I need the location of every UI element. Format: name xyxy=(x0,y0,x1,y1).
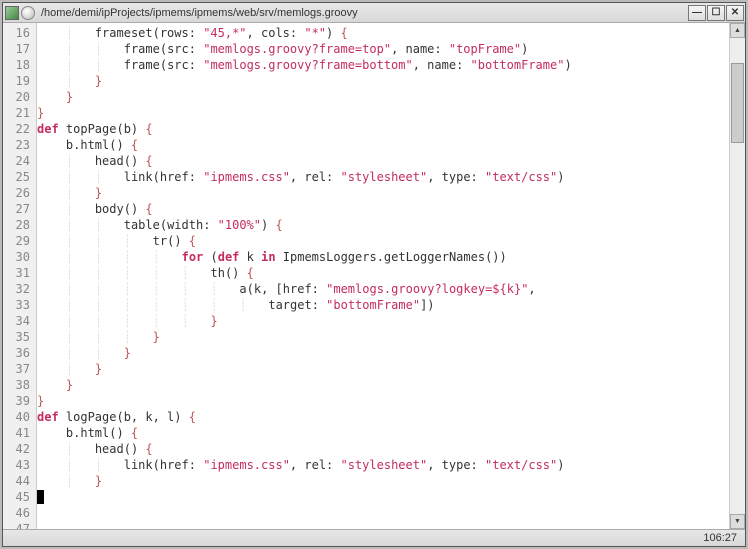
app-icon xyxy=(5,6,19,20)
code-line[interactable]: ┊ ┊ link(href: "ipmems.css", rel: "style… xyxy=(37,169,729,185)
code-line[interactable]: ┊ head() { xyxy=(37,441,729,457)
line-number: 43 xyxy=(3,457,36,473)
line-number: 31 xyxy=(3,265,36,281)
line-number: 23 xyxy=(3,137,36,153)
code-line[interactable]: ┊ ┊ frame(src: "memlogs.groovy?frame=bot… xyxy=(37,57,729,73)
code-line[interactable]: ┊ ┊ ┊ ┊ for (def k in IpmemsLoggers.getL… xyxy=(37,249,729,265)
code-line[interactable]: ┊ } xyxy=(37,473,729,489)
vertical-scrollbar[interactable]: ▲ ▼ xyxy=(729,23,745,529)
code-line[interactable]: ┊ body() { xyxy=(37,201,729,217)
line-number: 39 xyxy=(3,393,36,409)
line-number: 34 xyxy=(3,313,36,329)
code-line[interactable]: b.html() { xyxy=(37,425,729,441)
scroll-up-button[interactable]: ▲ xyxy=(730,23,745,38)
line-number: 27 xyxy=(3,201,36,217)
scroll-down-button[interactable]: ▼ xyxy=(730,514,745,529)
line-number: 21 xyxy=(3,105,36,121)
code-line[interactable]: ┊ } xyxy=(37,185,729,201)
code-line[interactable]: ┊ ┊ ┊ tr() { xyxy=(37,233,729,249)
line-number: 42 xyxy=(3,441,36,457)
line-number: 28 xyxy=(3,217,36,233)
scroll-thumb[interactable] xyxy=(731,63,744,143)
editor-area: 1617181920212223242526272829303132333435… xyxy=(3,23,745,529)
line-number: 17 xyxy=(3,41,36,57)
code-line[interactable]: } xyxy=(37,89,729,105)
code-line[interactable]: ┊ head() { xyxy=(37,153,729,169)
maximize-button[interactable]: ☐ xyxy=(707,5,725,21)
line-number: 46 xyxy=(3,505,36,521)
line-number: 38 xyxy=(3,377,36,393)
line-number: 37 xyxy=(3,361,36,377)
line-number: 16 xyxy=(3,25,36,41)
code-line[interactable] xyxy=(37,489,729,505)
line-number: 22 xyxy=(3,121,36,137)
code-area[interactable]: ┊ frameset(rows: "45,*", cols: "*") { ┊ … xyxy=(37,23,729,529)
code-line[interactable]: ┊ ┊ ┊ ┊ ┊ th() { xyxy=(37,265,729,281)
line-number: 20 xyxy=(3,89,36,105)
statusbar: 106:27 xyxy=(3,529,745,546)
code-line[interactable]: ┊ ┊ ┊ } xyxy=(37,329,729,345)
code-line[interactable]: def logPage(b, k, l) { xyxy=(37,409,729,425)
line-number: 18 xyxy=(3,57,36,73)
code-line[interactable]: ┊ ┊ ┊ ┊ ┊ ┊ ┊ target: "bottomFrame"]) xyxy=(37,297,729,313)
line-number: 41 xyxy=(3,425,36,441)
line-number: 47 xyxy=(3,521,36,529)
line-number: 40 xyxy=(3,409,36,425)
titlebar[interactable]: /home/demi/ipProjects/ipmems/ipmems/web/… xyxy=(3,3,745,23)
line-number: 26 xyxy=(3,185,36,201)
code-line[interactable]: ┊ ┊ ┊ ┊ ┊ ┊ a(k, [href: "memlogs.groovy?… xyxy=(37,281,729,297)
text-cursor xyxy=(37,490,44,504)
code-line[interactable]: ┊ } xyxy=(37,73,729,89)
code-line[interactable]: } xyxy=(37,393,729,409)
code-line[interactable]: ┊ ┊ frame(src: "memlogs.groovy?frame=top… xyxy=(37,41,729,57)
window-menu-icon[interactable] xyxy=(21,6,35,20)
line-number: 35 xyxy=(3,329,36,345)
editor-window: /home/demi/ipProjects/ipmems/ipmems/web/… xyxy=(2,2,746,547)
line-number: 33 xyxy=(3,297,36,313)
code-line[interactable]: } xyxy=(37,377,729,393)
code-line[interactable]: } xyxy=(37,105,729,121)
code-line[interactable]: ┊ ┊ ┊ ┊ ┊ } xyxy=(37,313,729,329)
close-button[interactable]: ✕ xyxy=(726,5,744,21)
code-line[interactable]: ┊ frameset(rows: "45,*", cols: "*") { xyxy=(37,25,729,41)
line-number: 44 xyxy=(3,473,36,489)
line-number: 19 xyxy=(3,73,36,89)
code-line[interactable]: ┊ } xyxy=(37,361,729,377)
line-number: 29 xyxy=(3,233,36,249)
line-number: 24 xyxy=(3,153,36,169)
code-line[interactable]: def topPage(b) { xyxy=(37,121,729,137)
code-line[interactable]: ┊ ┊ } xyxy=(37,345,729,361)
line-number-gutter: 1617181920212223242526272829303132333435… xyxy=(3,23,37,529)
line-number: 32 xyxy=(3,281,36,297)
code-line[interactable]: b.html() { xyxy=(37,137,729,153)
line-number: 30 xyxy=(3,249,36,265)
line-number: 36 xyxy=(3,345,36,361)
window-title: /home/demi/ipProjects/ipmems/ipmems/web/… xyxy=(41,7,688,19)
line-number: 25 xyxy=(3,169,36,185)
code-line[interactable]: ┊ ┊ table(width: "100%") { xyxy=(37,217,729,233)
code-line[interactable]: ┊ ┊ link(href: "ipmems.css", rel: "style… xyxy=(37,457,729,473)
cursor-position: 106:27 xyxy=(703,532,737,544)
line-number: 45 xyxy=(3,489,36,505)
minimize-button[interactable]: — xyxy=(688,5,706,21)
